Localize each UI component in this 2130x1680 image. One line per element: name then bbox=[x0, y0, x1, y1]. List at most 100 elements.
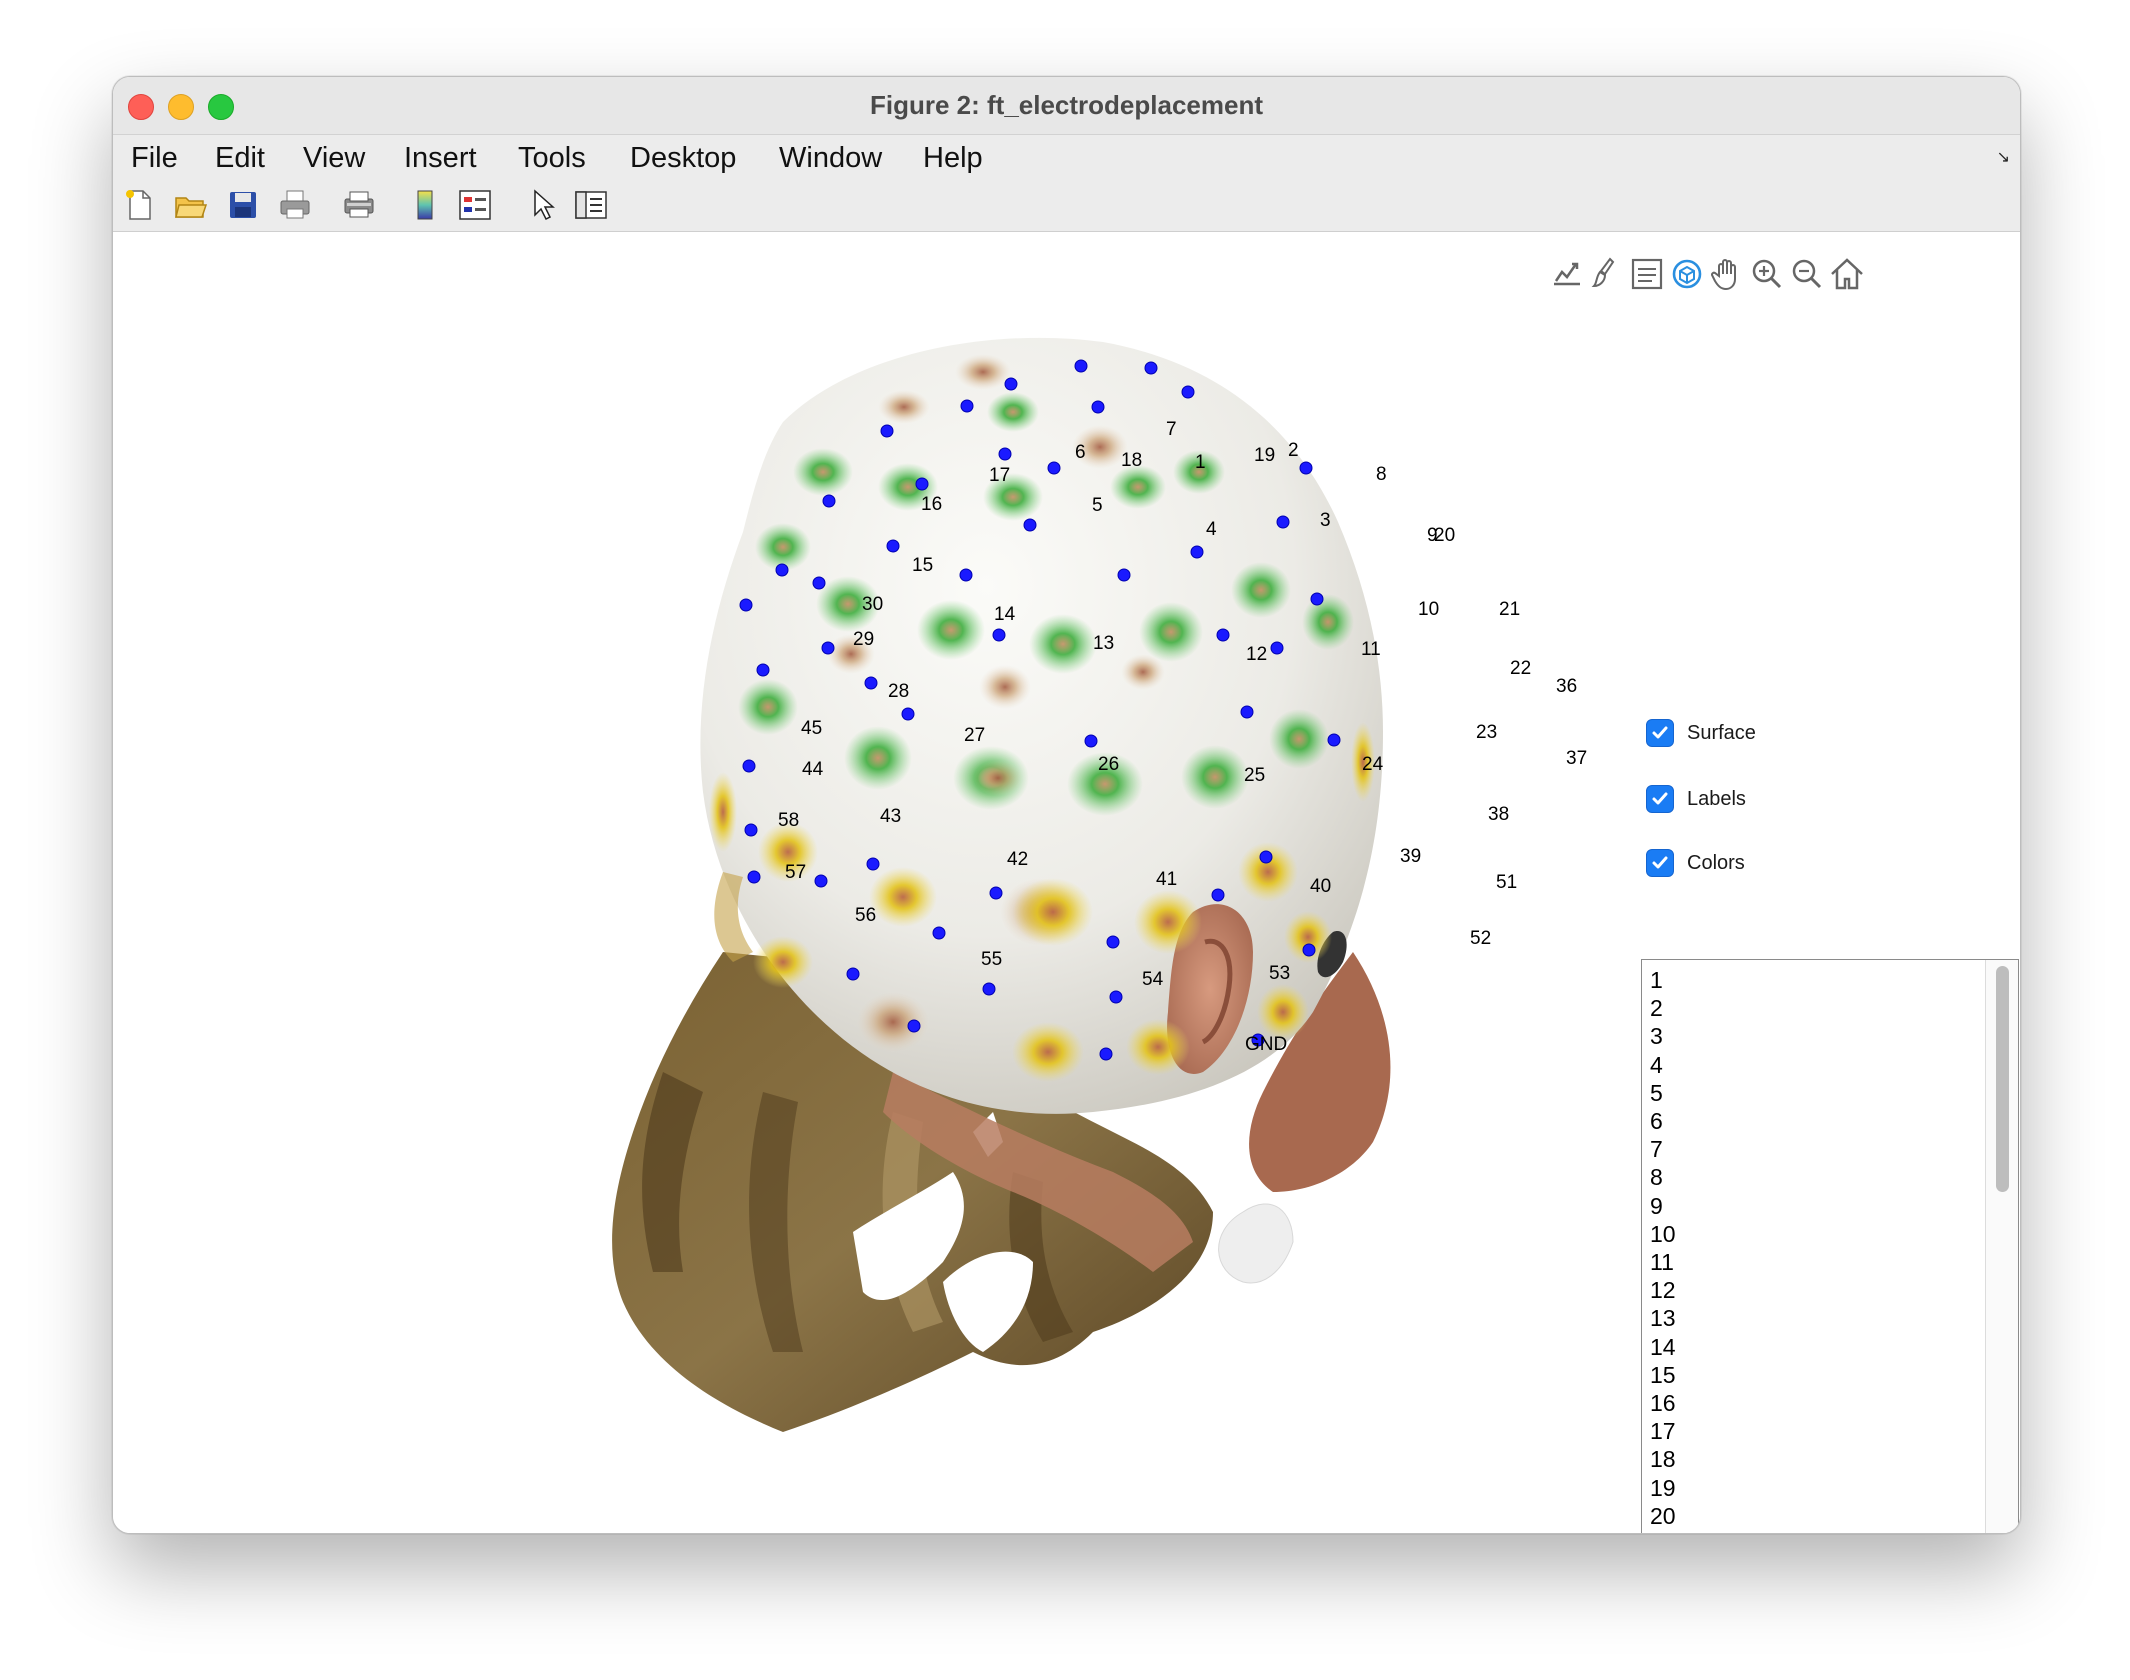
colorbar-icon[interactable] bbox=[407, 187, 443, 223]
electrode-label: 44 bbox=[802, 759, 824, 780]
listbox-item[interactable]: 20 bbox=[1650, 1502, 1676, 1530]
electrode-label: 20 bbox=[1434, 525, 1456, 546]
electrode-label: 57 bbox=[785, 862, 807, 883]
electrode-label: 4 bbox=[1206, 519, 1217, 540]
electrode-label: 21 bbox=[1499, 599, 1521, 620]
electrode-label: 29 bbox=[853, 629, 875, 650]
listbox-item[interactable]: 8 bbox=[1650, 1163, 1663, 1191]
listbox-item[interactable]: 1 bbox=[1650, 966, 1663, 994]
listbox-item[interactable]: 6 bbox=[1650, 1107, 1663, 1135]
electrode-listbox[interactable]: 1234567891011121314151617181920212223 bbox=[1641, 959, 2019, 1533]
electrode-label: 8 bbox=[1376, 464, 1387, 485]
menu-window[interactable]: Window bbox=[779, 135, 882, 179]
electrode-label: 28 bbox=[888, 681, 910, 702]
electrode-label: 38 bbox=[1488, 804, 1510, 825]
electrode-label: 23 bbox=[1476, 722, 1498, 743]
electrode-label: 11 bbox=[1361, 639, 1381, 660]
listbox-scrollbar[interactable] bbox=[1985, 960, 2018, 1533]
electrode-label: 36 bbox=[1556, 676, 1578, 697]
data-tips-icon[interactable] bbox=[1628, 254, 1666, 294]
listbox-item[interactable]: 14 bbox=[1650, 1333, 1676, 1361]
zoom-out-icon[interactable] bbox=[1788, 254, 1826, 294]
home-icon[interactable] bbox=[1828, 254, 1866, 294]
colors-checkbox-box[interactable] bbox=[1646, 849, 1674, 877]
electrode-label: 18 bbox=[1121, 450, 1143, 471]
listbox-item[interactable]: 21 bbox=[1650, 1530, 1676, 1533]
listbox-item[interactable]: 18 bbox=[1650, 1445, 1676, 1473]
menu-insert[interactable]: Insert bbox=[404, 135, 477, 179]
electrode-label: 30 bbox=[862, 594, 884, 615]
electrode-label: 16 bbox=[921, 494, 943, 515]
legend-icon[interactable] bbox=[457, 187, 493, 223]
electrode-label: 53 bbox=[1269, 963, 1291, 984]
colors-checkbox-label: Colors bbox=[1687, 852, 1745, 874]
electrode-label: 12 bbox=[1246, 644, 1268, 665]
electrode-label: 37 bbox=[1566, 748, 1588, 769]
electrode-label: 56 bbox=[855, 905, 877, 926]
open-icon[interactable] bbox=[173, 187, 209, 223]
electrode-label: 39 bbox=[1400, 846, 1422, 867]
electrode-label: 2 bbox=[1288, 440, 1299, 461]
electrode-label: 17 bbox=[989, 465, 1011, 486]
electrode-label: 41 bbox=[1156, 869, 1178, 890]
menu-edit[interactable]: Edit bbox=[215, 135, 265, 179]
window-title: Figure 2: ft_electrodeplacement bbox=[870, 90, 1263, 120]
listbox-item[interactable]: 12 bbox=[1650, 1276, 1676, 1304]
electrode-label: 22 bbox=[1510, 658, 1532, 679]
listbox-item[interactable]: 5 bbox=[1650, 1079, 1663, 1107]
print-icon[interactable] bbox=[277, 187, 313, 223]
electrode-label: 55 bbox=[981, 949, 1003, 970]
listbox-item[interactable]: 11 bbox=[1650, 1248, 1674, 1276]
electrode-label: 15 bbox=[912, 555, 934, 576]
figure-window: Figure 2: ft_electrodeplacement File Edi… bbox=[112, 76, 2021, 1534]
listbox-item[interactable]: 19 bbox=[1650, 1474, 1676, 1502]
labels-checkbox-label: Labels bbox=[1687, 788, 1746, 810]
save-icon[interactable] bbox=[225, 187, 261, 223]
brush-icon[interactable] bbox=[1588, 254, 1626, 294]
new-figure-icon[interactable] bbox=[121, 187, 157, 223]
listbox-item[interactable]: 16 bbox=[1650, 1389, 1676, 1417]
listbox-item[interactable]: 3 bbox=[1650, 1022, 1663, 1050]
listbox-item[interactable]: 17 bbox=[1650, 1417, 1676, 1445]
figure-canvas: 7 6 18 1 19 2 8 17 16 5 3 9 20 4 15 30 1… bbox=[113, 232, 2020, 1533]
electrode-label: 3 bbox=[1320, 510, 1331, 531]
electrode-label: 42 bbox=[1007, 849, 1029, 870]
menu-desktop[interactable]: Desktop bbox=[630, 135, 736, 179]
listbox-item[interactable]: 15 bbox=[1650, 1361, 1676, 1389]
electrode-label: 24 bbox=[1362, 754, 1384, 775]
electrode-label: 5 bbox=[1092, 495, 1103, 516]
electrode-label: 26 bbox=[1098, 754, 1120, 775]
property-inspector-icon[interactable] bbox=[573, 187, 609, 223]
surface-checkbox-box[interactable] bbox=[1646, 719, 1674, 747]
rotate-3d-icon[interactable] bbox=[1668, 254, 1706, 294]
zoom-in-icon[interactable] bbox=[1748, 254, 1786, 294]
menu-file[interactable]: File bbox=[131, 135, 178, 179]
listbox-item[interactable]: 10 bbox=[1650, 1220, 1676, 1248]
surface-checkbox-label: Surface bbox=[1687, 722, 1756, 744]
head-surface-render[interactable] bbox=[593, 312, 1693, 1472]
listbox-item[interactable]: 4 bbox=[1650, 1051, 1663, 1079]
pointer-icon[interactable] bbox=[525, 187, 561, 223]
electrode-label: 45 bbox=[801, 718, 823, 739]
electrode-label: 1 bbox=[1195, 452, 1206, 473]
listbox-item[interactable]: 13 bbox=[1650, 1304, 1676, 1332]
electrode-label: 52 bbox=[1470, 928, 1492, 949]
export-icon[interactable] bbox=[1548, 254, 1586, 294]
electrode-label: 43 bbox=[880, 806, 902, 827]
print-preview-icon[interactable] bbox=[341, 187, 377, 223]
dock-arrow-icon[interactable]: ↘ bbox=[1997, 147, 2010, 167]
menu-bar: File Edit View Insert Tools Desktop Wind… bbox=[113, 135, 2020, 179]
listbox-item[interactable]: 7 bbox=[1650, 1135, 1663, 1163]
menu-help[interactable]: Help bbox=[923, 135, 983, 179]
electrode-label: 14 bbox=[994, 604, 1016, 625]
electrode-label: 40 bbox=[1310, 876, 1332, 897]
menu-view[interactable]: View bbox=[303, 135, 365, 179]
electrode-label: 6 bbox=[1075, 442, 1086, 463]
labels-checkbox-box[interactable] bbox=[1646, 785, 1674, 813]
menu-tools[interactable]: Tools bbox=[518, 135, 586, 179]
listbox-item[interactable]: 2 bbox=[1650, 994, 1663, 1022]
listbox-item[interactable]: 9 bbox=[1650, 1192, 1663, 1220]
electrode-label: 25 bbox=[1244, 765, 1266, 786]
listbox-scroll-thumb[interactable] bbox=[1996, 966, 2009, 1192]
pan-icon[interactable] bbox=[1708, 254, 1746, 294]
